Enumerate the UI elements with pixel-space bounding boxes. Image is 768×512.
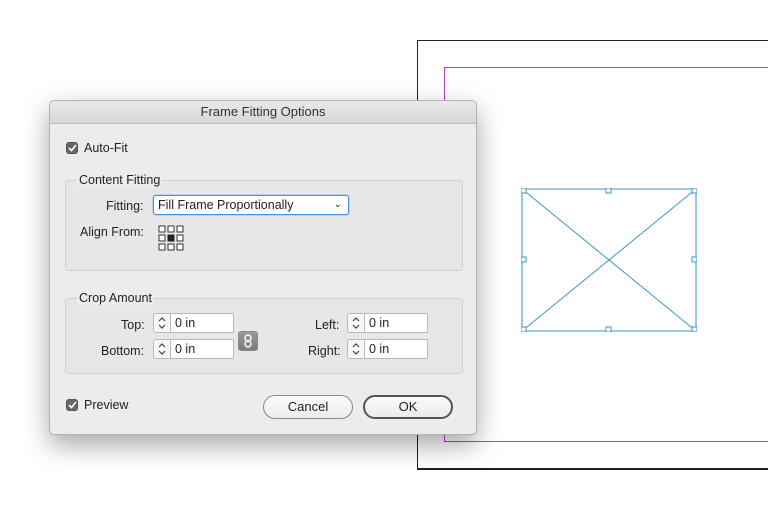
crop-top-label: Top:	[121, 318, 145, 332]
crop-right-label: Right:	[308, 344, 341, 358]
crop-bottom-stepper[interactable]	[153, 339, 171, 359]
fitting-value: Fill Frame Proportionally	[158, 198, 294, 212]
frame-handle-left	[521, 256, 527, 263]
cancel-button[interactable]: Cancel	[263, 395, 353, 419]
preview-checkbox[interactable]	[66, 399, 78, 411]
constrain-proportions-button[interactable]	[238, 331, 258, 351]
fitting-select[interactable]: Fill Frame Proportionally ⌄	[153, 195, 349, 215]
stepper-arrows-icon	[352, 343, 360, 355]
ref-point-bottom-left	[158, 243, 166, 251]
crop-left-stepper[interactable]	[347, 313, 365, 333]
crop-amount-legend: Crop Amount	[77, 291, 154, 305]
ok-button[interactable]: OK	[363, 395, 453, 419]
ref-point-right	[176, 234, 184, 242]
content-fitting-legend: Content Fitting	[77, 173, 163, 187]
graphic-frame[interactable]	[521, 188, 697, 332]
preview-label[interactable]: Preview	[84, 398, 128, 412]
frame-handle-bottom	[605, 326, 612, 332]
auto-fit-label[interactable]: Auto-Fit	[84, 141, 128, 155]
frame-fitting-options-dialog: Frame Fitting Options Auto-Fit Content F…	[49, 100, 477, 435]
frame-handle-bottom-left	[521, 326, 527, 332]
frame-handle-top-right	[691, 188, 697, 194]
align-from-label: Align From:	[80, 225, 144, 239]
checkmark-icon	[67, 401, 77, 409]
frame-handle-right	[691, 256, 697, 263]
stepper-arrows-icon	[158, 317, 166, 329]
frame-handle-bottom-right	[691, 326, 697, 332]
crop-left-input[interactable]: 0 in	[365, 313, 428, 333]
crop-bottom-label: Bottom:	[101, 344, 145, 358]
chain-link-icon	[244, 334, 252, 348]
ref-point-bottom-right	[176, 243, 184, 251]
crop-bottom-input[interactable]: 0 in	[171, 339, 234, 359]
crop-right-input[interactable]: 0 in	[365, 339, 428, 359]
checkmark-icon	[67, 144, 77, 152]
ref-point-center	[167, 234, 175, 242]
reference-point-grid[interactable]	[158, 225, 184, 251]
stepper-arrows-icon	[352, 317, 360, 329]
ref-point-bottom	[167, 243, 175, 251]
chevron-down-icon: ⌄	[333, 199, 342, 210]
crop-left-label: Left:	[315, 318, 340, 332]
fitting-label: Fitting:	[106, 199, 144, 213]
crop-top-stepper[interactable]	[153, 313, 171, 333]
auto-fit-checkbox[interactable]	[66, 142, 78, 154]
ref-point-top-left	[158, 225, 166, 233]
stepper-arrows-icon	[158, 343, 166, 355]
crop-right-stepper[interactable]	[347, 339, 365, 359]
crop-top-input[interactable]: 0 in	[171, 313, 234, 333]
frame-handle-top-left	[521, 188, 527, 194]
ref-point-top	[167, 225, 175, 233]
dialog-title: Frame Fitting Options	[50, 101, 476, 124]
frame-handle-top	[605, 188, 612, 194]
ref-point-top-right	[176, 225, 184, 233]
ref-point-left	[158, 234, 166, 242]
crop-amount-group	[65, 298, 463, 374]
